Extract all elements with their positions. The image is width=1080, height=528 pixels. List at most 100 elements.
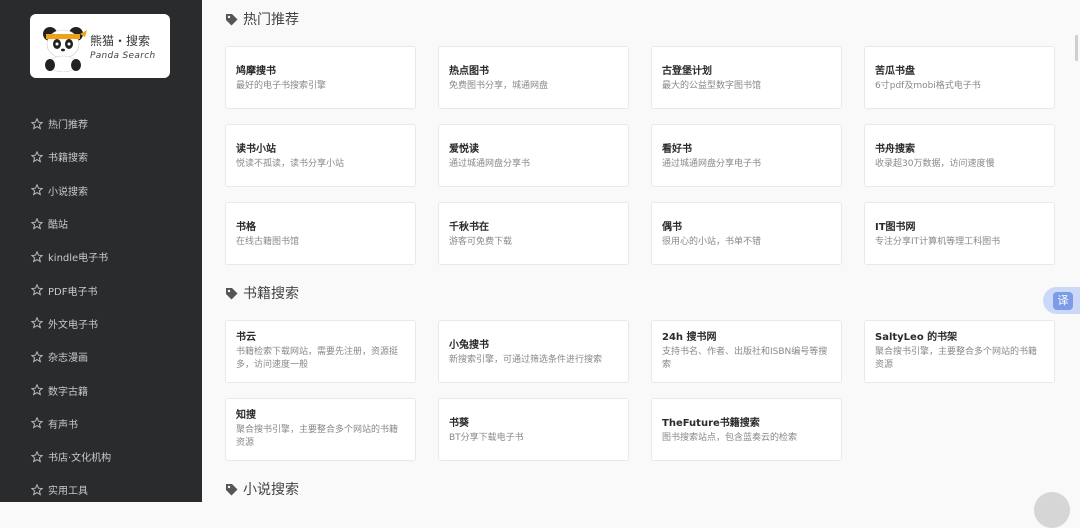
card-desc: 通过城通网盘分享电子书 (662, 159, 762, 169)
star-icon (31, 483, 43, 496)
sidebar-item-ancient[interactable]: 数字古籍 (0, 373, 202, 406)
star-icon (31, 150, 43, 163)
sidebar-item-bookstore[interactable]: 书店·文化机构 (0, 440, 202, 473)
card-title: TheFuture书籍搜索 (662, 418, 760, 429)
site-card[interactable]: 千秋书在游客可免费下载 (438, 202, 629, 265)
sidebar-item-label: 有声书 (48, 419, 78, 431)
card-desc: 书籍检索下载网站，需要先注册，资源挺多，访问速度一般 (236, 347, 399, 370)
card-desc: 悦读不孤读，读书分享小站 (236, 159, 345, 169)
site-card[interactable]: 24h 搜书网支持书名、作者、出版社和ISBN编号等搜索 (651, 320, 842, 383)
card-desc: 游客可免费下载 (449, 237, 513, 247)
sidebar-item-label: 杂志漫画 (48, 353, 88, 365)
site-card[interactable]: SaltyLeo 的书架聚合搜书引擎，主要整合多个网站的书籍资源 (864, 320, 1055, 383)
site-card[interactable]: 书格 在线古籍图书馆 (225, 202, 416, 265)
site-card[interactable]: 偶书 很用心的小站，书单不错 (651, 202, 842, 265)
main-content: 热门推荐 鸠摩搜书 最好的电子书搜索引擎 热点图书 免费图书分享，城通网盘 古登堡计… (202, 0, 1080, 502)
star-icon (31, 217, 43, 230)
star-icon (31, 184, 43, 196)
site-card[interactable]: 知搜聚合搜书引擎，主要整合多个网站的书籍资源 (225, 398, 416, 461)
card-desc: 聚合搜书引擎，主要整合多个网站的书籍资源 (875, 347, 1038, 370)
sidebar-item-label: 热门推荐 (48, 120, 88, 132)
sidebar-item-novel-search[interactable]: 小说搜索 (0, 174, 202, 207)
card-title: 书格 (236, 222, 256, 233)
sidebar-item-label: PDF电子书 (48, 286, 98, 298)
tag-icon (226, 287, 238, 299)
card-desc: BT分享下载电子书 (449, 433, 524, 443)
sidebar-item-label: 实用工具 (48, 486, 88, 498)
card-title: 爱悦读 (449, 144, 479, 155)
sidebar-item-pdf[interactable]: PDF电子书 (0, 273, 202, 306)
card-title: 24h 搜书网 (662, 332, 717, 343)
site-card[interactable]: 书舟搜索 收录超30万数据，访问速度慢 (864, 124, 1055, 187)
card-title: SaltyLeo 的书架 (875, 332, 958, 343)
panda-logo-icon (43, 27, 87, 72)
sidebar-item-cool-sites[interactable]: 酷站 (0, 207, 202, 240)
star-icon (31, 450, 43, 463)
section-title-book-search: 书籍搜索 (225, 283, 299, 303)
star-icon (31, 417, 43, 429)
site-card[interactable]: 看好书通过城通网盘分享电子书 (651, 124, 842, 187)
star-icon (31, 117, 43, 130)
sidebar-item-label: 小说搜索 (48, 186, 88, 198)
site-card[interactable]: 热点图书 免费图书分享，城通网盘 (438, 46, 629, 109)
sidebar-item-kindle[interactable]: kindle电子书 (0, 240, 202, 273)
sidebar-item-label: 数字古籍 (48, 386, 88, 398)
card-title: 鸠摩搜书 (236, 66, 276, 77)
card-desc: 最大的公益型数字图书馆 (662, 81, 762, 91)
sidebar-item-label: 酷站 (48, 220, 68, 232)
card-title: 苦瓜书盘 (875, 66, 915, 77)
sidebar-item-label: 书籍搜索 (48, 153, 88, 165)
card-title: 读书小站 (236, 144, 276, 155)
translate-button[interactable]: 译 (1043, 287, 1080, 314)
site-card[interactable]: 苦瓜书盘 6寸pdf及mobi格式电子书 (864, 46, 1055, 109)
logo-title: 熊猫・搜索 (90, 34, 151, 48)
sidebar-item-label: 外文电子书 (48, 319, 98, 331)
site-card[interactable]: IT图书网 专注分享IT计算机等理工科图书 (864, 202, 1055, 265)
scrollbar-thumb[interactable] (1075, 35, 1078, 61)
card-desc: 图书搜索站点，包含蓝奏云的检索 (662, 433, 798, 443)
card-desc: 收录超30万数据，访问速度慢 (875, 159, 995, 169)
sidebar-item-hot[interactable]: 热门推荐 (0, 107, 202, 140)
sidebar-item-magazine[interactable]: 杂志漫画 (0, 340, 202, 373)
card-title: 书云 (236, 332, 256, 343)
star-icon (31, 284, 43, 296)
tag-icon (226, 13, 238, 25)
section-title-hot: 热门推荐 (225, 9, 299, 29)
card-desc: 在线古籍图书馆 (236, 237, 300, 247)
sidebar-item-label: kindle电子书 (48, 253, 109, 265)
back-to-top-button[interactable] (1034, 492, 1070, 528)
site-card[interactable]: TheFuture书籍搜索图书搜索站点，包含蓝奏云的检索 (651, 398, 842, 461)
card-title: 看好书 (662, 144, 692, 155)
sidebar-item-label: 书店·文化机构 (48, 453, 112, 465)
logo[interactable]: 熊猫・搜索 Panda Search (30, 14, 170, 78)
logo-subtitle: Panda Search (90, 51, 156, 61)
card-title: 千秋书在 (449, 222, 489, 233)
star-icon (31, 317, 43, 330)
site-card[interactable]: 小兔搜书新搜索引擎，可通过筛选条件进行搜索 (438, 320, 629, 383)
card-desc: 新搜索引擎，可通过筛选条件进行搜索 (449, 355, 603, 365)
sidebar: 熊猫・搜索 Panda Search 热门推荐 书籍搜索 小说搜索 酷站 kin… (0, 0, 202, 502)
sidebar-item-audiobook[interactable]: 有声书 (0, 407, 202, 440)
card-title: 古登堡计划 (662, 66, 712, 77)
star-icon (31, 250, 43, 263)
card-desc: 6寸pdf及mobi格式电子书 (875, 81, 981, 91)
section-title-novel-search: 小说搜索 (225, 479, 299, 499)
sidebar-item-book-search[interactable]: 书籍搜索 (0, 140, 202, 173)
card-desc: 通过城通网盘分享书 (449, 159, 531, 169)
site-card[interactable]: 读书小站悦读不孤读，读书分享小站 (225, 124, 416, 187)
sidebar-item-foreign[interactable]: 外文电子书 (0, 307, 202, 340)
site-card[interactable]: 鸠摩搜书 最好的电子书搜索引擎 (225, 46, 416, 109)
section-title-text: 小说搜索 (243, 482, 299, 498)
star-icon (31, 384, 43, 396)
section-title-text: 书籍搜索 (243, 286, 299, 302)
card-desc: 支持书名、作者、出版社和ISBN编号等搜索 (662, 347, 828, 370)
card-title: 偶书 (662, 222, 682, 233)
section-title-text: 热门推荐 (243, 12, 299, 28)
site-card[interactable]: 书葵 BT分享下载电子书 (438, 398, 629, 461)
site-card[interactable]: 书云书籍检索下载网站，需要先注册，资源挺多，访问速度一般 (225, 320, 416, 383)
card-title: 小兔搜书 (449, 340, 489, 351)
site-card[interactable]: 爱悦读通过城通网盘分享书 (438, 124, 629, 187)
card-desc: 聚合搜书引擎，主要整合多个网站的书籍资源 (236, 425, 399, 448)
card-title: 知搜 (236, 410, 256, 421)
site-card[interactable]: 古登堡计划最大的公益型数字图书馆 (651, 46, 842, 109)
